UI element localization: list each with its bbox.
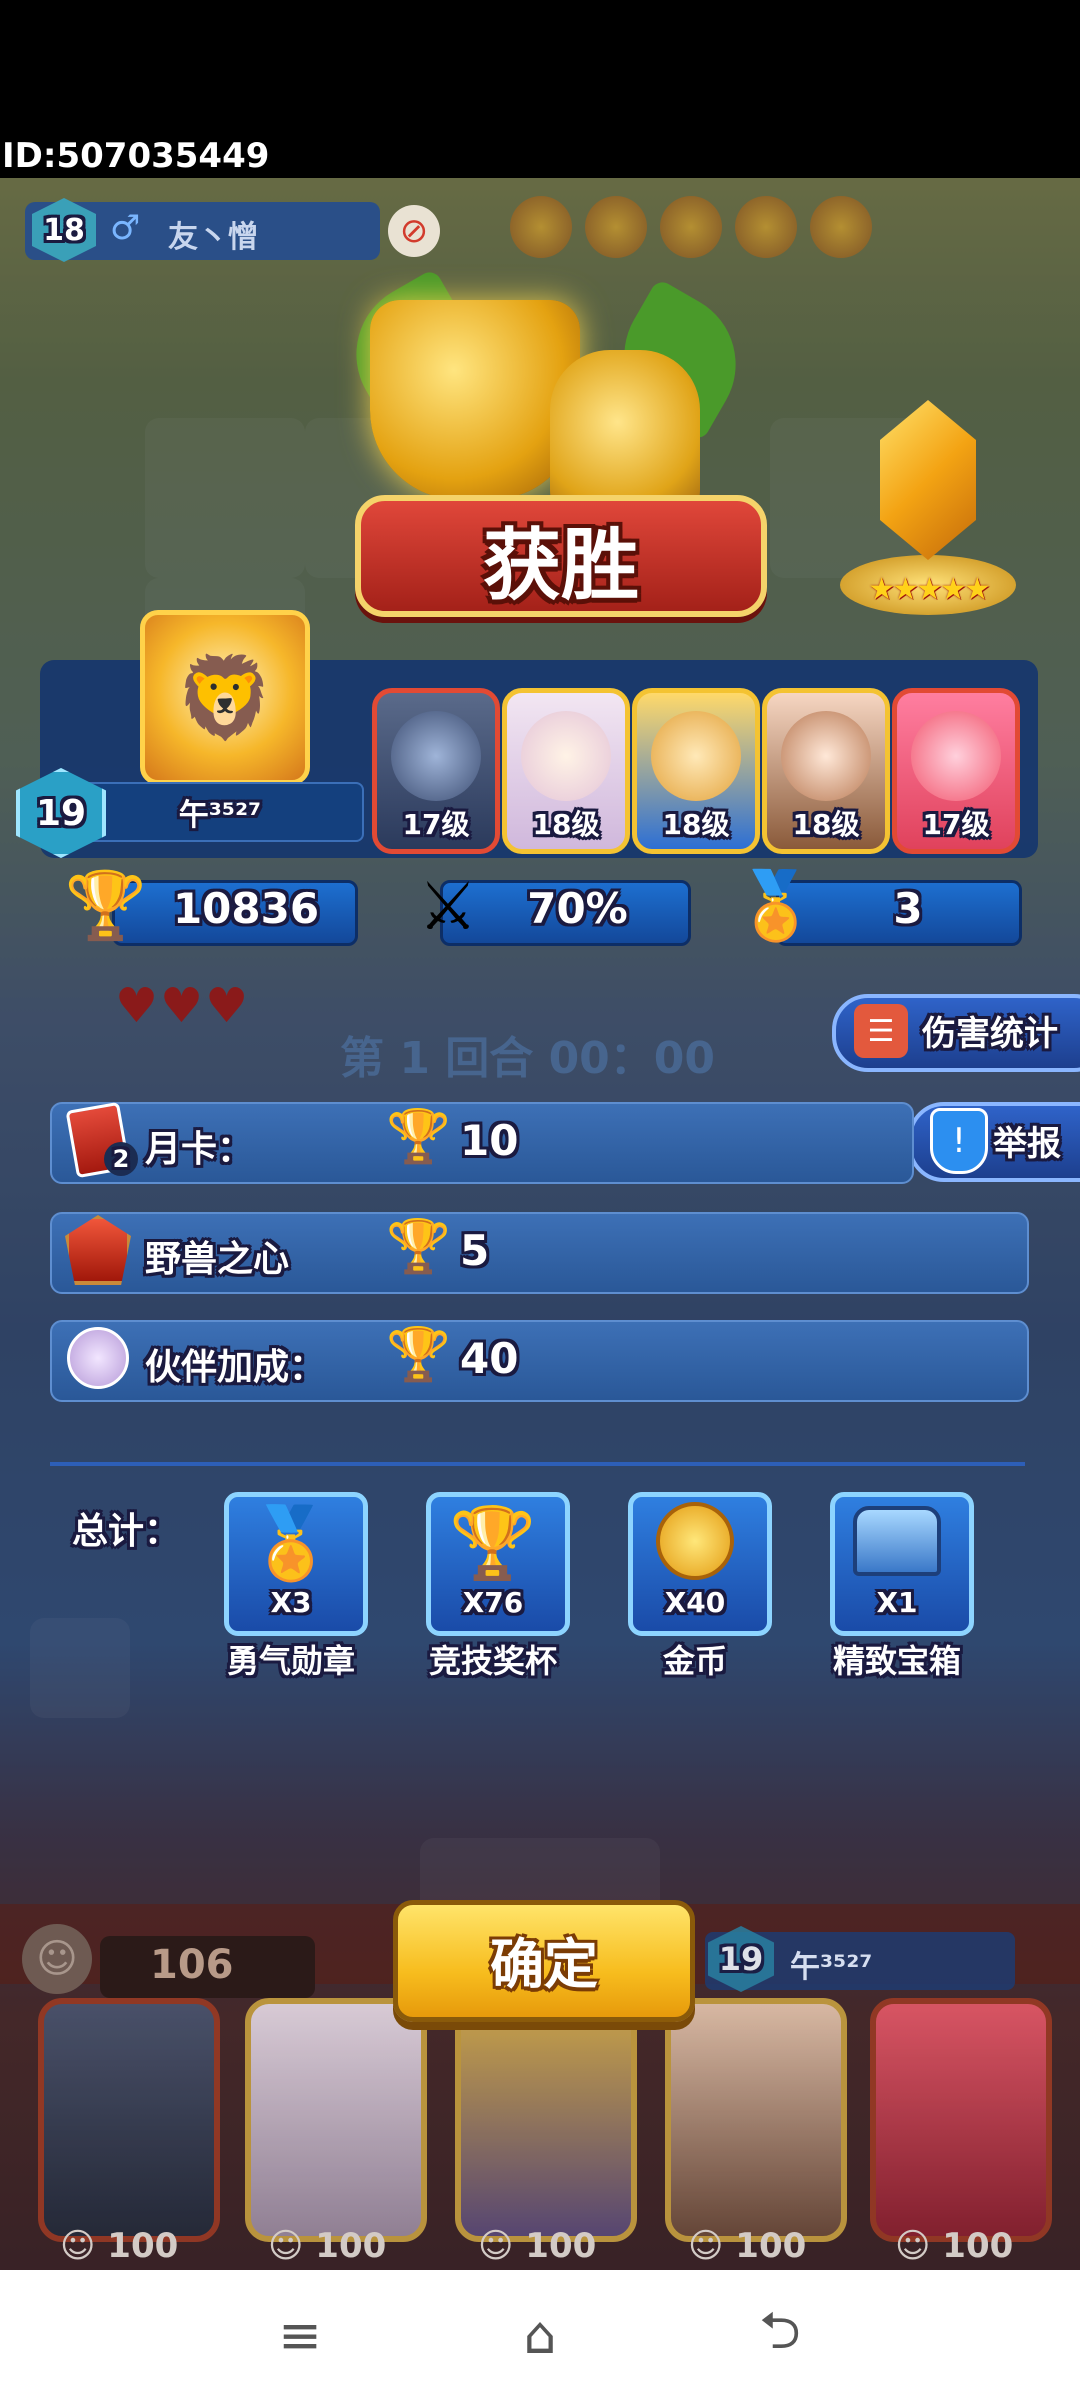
hero-card[interactable]: 18级 [502, 688, 630, 854]
divider [50, 1462, 1025, 1466]
reward-row-value: 40 [460, 1334, 519, 1383]
bottom-player-name: 午³⁵²⁷ [790, 1950, 873, 1985]
player-id: ID:507035449 [2, 136, 270, 176]
trophy-icon: 🏆 [386, 1107, 451, 1167]
trophy-icon: 🏆 [386, 1217, 451, 1277]
card-cost: ☺ 100 [688, 2226, 807, 2266]
deck-card[interactable] [245, 1998, 427, 2242]
opponent-hero-avatar [660, 196, 722, 258]
monthly-card-badge: 2 [104, 1142, 138, 1176]
reward-row-label: 伙伴加成： [145, 1347, 326, 1388]
treasure-chest-icon [830, 1502, 964, 1576]
hero-level: 18级 [532, 808, 600, 841]
player-avatar[interactable]: 🦁 [140, 610, 310, 785]
reward-name: 勇气勋章 [226, 1642, 355, 1680]
card-cost: ☺ 100 [60, 2226, 179, 2266]
opponent-hero-avatar [810, 196, 872, 258]
beast-heart-icon [62, 1214, 134, 1286]
hero-portrait [521, 711, 611, 801]
reward-count: X3 [270, 1586, 312, 1619]
trophy-icon: 🏆 [64, 867, 148, 944]
opponent-name: 友丶憎 [168, 220, 258, 255]
back-icon[interactable]: ⮌ [735, 2296, 825, 2376]
reward-name: 竞技奖杯 [428, 1642, 557, 1680]
medal-count: 3 [893, 884, 923, 933]
deck-card[interactable] [870, 1998, 1052, 2242]
win-rate: 70% [527, 884, 628, 933]
hero-card[interactable]: 18级 [762, 688, 890, 854]
coin-icon: ☺ [22, 1924, 92, 1994]
damage-stats-label: 伤害统计 [922, 1014, 1058, 1054]
home-icon[interactable]: ⌂ [495, 2296, 585, 2376]
deck-card[interactable] [455, 1998, 637, 2242]
hero-portrait [781, 711, 871, 801]
hero-level: 18级 [662, 808, 730, 841]
player-name: 午³⁵²⁷ [178, 798, 262, 833]
reward-row-label: 月卡： [145, 1129, 254, 1170]
coins-value: 106 [150, 1942, 234, 1988]
card-cost: ☺ 100 [268, 2226, 387, 2266]
medal-icon: 🏅 [247, 1502, 335, 1584]
hero-level: 18级 [792, 808, 860, 841]
opponent-hero-avatar [510, 196, 572, 258]
hero-portrait [651, 711, 741, 801]
report-label: 举报 [993, 1124, 1061, 1164]
male-icon: ♂ [110, 208, 141, 248]
trophy-icon: 🏆 [449, 1502, 537, 1584]
reward-name: 金币 [662, 1642, 727, 1680]
round-timer: 第 1 回合 00：00 [340, 1033, 716, 1084]
hero-card[interactable]: 17级 [372, 688, 500, 854]
reward-row-label: 野兽之心 [145, 1239, 290, 1280]
hero-card[interactable]: 18级 [632, 688, 760, 854]
opponent-hero-avatar [735, 196, 797, 258]
hero-level: 17级 [922, 808, 990, 841]
trophy-icon: 🏆 [386, 1325, 451, 1385]
hero-portrait [391, 711, 481, 801]
rank-stars: ★★★★★ [868, 572, 990, 607]
hearts-display: ♥♥♥ [115, 978, 251, 1034]
reward-name: 精致宝箱 [832, 1642, 961, 1680]
confirm-label: 确定 [490, 1933, 598, 1996]
menu-icon[interactable]: ≡ [255, 2296, 345, 2376]
block-icon[interactable]: ⊘ [388, 205, 440, 257]
gold-coin-icon [628, 1502, 762, 1580]
opponent-hero-avatar [585, 196, 647, 258]
deck-card[interactable] [665, 1998, 847, 2242]
hero-level: 17级 [402, 808, 470, 841]
card-cost: ☺ 100 [895, 2226, 1014, 2266]
reward-count: X1 [876, 1586, 918, 1619]
victory-title: 获胜 [482, 521, 639, 611]
trophy-count: 10836 [172, 884, 320, 933]
trophy-emblem-icon [370, 300, 580, 500]
reward-count: X76 [462, 1586, 524, 1619]
card-cost: ☺ 100 [478, 2226, 597, 2266]
hero-portrait [911, 711, 1001, 801]
hero-card[interactable]: 17级 [892, 688, 1020, 854]
partner-bonus-icon [62, 1322, 134, 1394]
deck-card[interactable] [38, 1998, 220, 2242]
reward-row-value: 10 [460, 1116, 519, 1165]
shield-alert-icon: ! [930, 1108, 988, 1174]
reward-count: X40 [664, 1586, 726, 1619]
reward-row-value: 5 [460, 1226, 490, 1275]
total-label: 总计： [72, 1511, 181, 1552]
stats-list-icon: ☰ [854, 1004, 908, 1058]
